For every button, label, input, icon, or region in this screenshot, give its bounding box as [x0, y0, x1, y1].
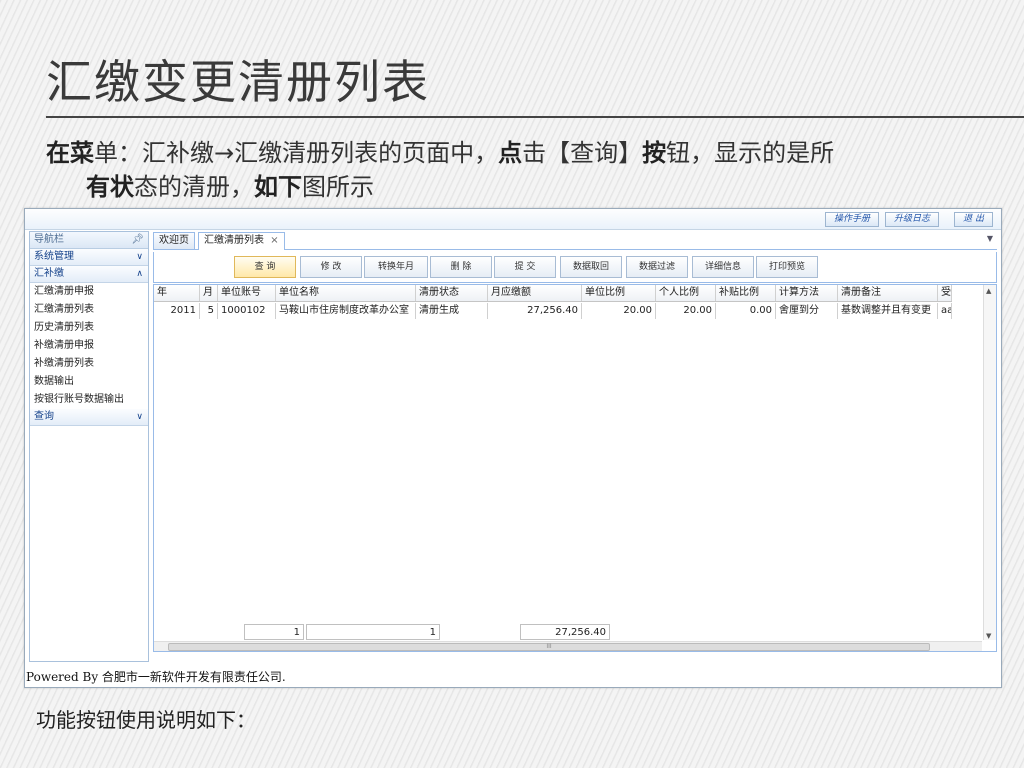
filter-button[interactable]: 数据过滤	[626, 256, 688, 278]
vertical-scrollbar[interactable]: ▲ ▼	[983, 285, 996, 640]
table-cell: 27,256.40	[488, 303, 582, 319]
sidebar-section-payment[interactable]: 汇补缴 ∧	[30, 266, 148, 283]
top-bar: 操作手册 升级日志 退 出	[25, 209, 1001, 230]
column-header[interactable]: 受	[938, 285, 952, 301]
table-cell: aa	[938, 303, 952, 319]
toolbar: 查 询 修 改 转换年月 删 除 提 交 数据取回 数据过滤 详细信息 打印预览	[153, 252, 997, 283]
tab-label: 汇缴清册列表	[204, 235, 264, 246]
column-header[interactable]: 清册状态	[416, 285, 488, 301]
edit-button[interactable]: 修 改	[300, 256, 362, 278]
pin-icon[interactable]: 📌︎	[131, 232, 144, 248]
table-cell: 清册生成	[416, 303, 488, 319]
table-cell: 20.00	[582, 303, 656, 319]
grid-header: 年月单位账号 单位名称 清册状态 月应缴额 单位比例 个人比例 补贴比例 计算方法 清册备注受	[154, 285, 952, 302]
tab-label: 欢迎页	[159, 235, 189, 246]
table-cell: 基数调整并且有变更	[838, 303, 938, 319]
column-header[interactable]: 单位名称	[276, 285, 416, 301]
retrieve-button[interactable]: 数据取回	[560, 256, 622, 278]
plain-text: 钮，显示的是所	[666, 139, 835, 167]
column-header[interactable]: 年	[154, 285, 200, 301]
sidebar-section-label: 查询	[34, 411, 54, 422]
bottom-note: 功能按钮使用说明如下：	[36, 708, 256, 732]
delete-button[interactable]: 删 除	[430, 256, 492, 278]
print-preview-button[interactable]: 打印预览	[756, 256, 818, 278]
horizontal-scrollbar[interactable]: III	[154, 641, 982, 651]
bold-text: 如下	[254, 173, 302, 201]
sidebar-item-data-export[interactable]: 数据输出	[30, 373, 148, 391]
slide-title: 汇缴变更清册列表	[46, 55, 430, 109]
sidebar-item-supplement-list[interactable]: 补缴清册列表	[30, 355, 148, 373]
summary-count-b: 1	[306, 624, 440, 640]
bold-text: 有状	[86, 173, 134, 201]
navigation-sidebar: 导航栏 📌︎ 系统管理 ∨ 汇补缴 ∧ 汇缴清册申报 汇缴清册列表 历史清册列表…	[29, 231, 149, 662]
summary-total: 27,256.40	[520, 624, 610, 640]
chevron-down-double-icon[interactable]: ∨	[136, 409, 143, 425]
tab-welcome[interactable]: 欢迎页	[153, 232, 195, 249]
table-cell: 2011	[154, 303, 200, 319]
chevron-up-double-icon[interactable]: ∧	[136, 266, 143, 282]
column-header[interactable]: 个人比例	[656, 285, 716, 301]
plain-text: 单：汇补缴→汇缴清册列表的页面中，	[94, 139, 499, 167]
close-icon[interactable]: ×	[270, 235, 278, 246]
sidebar-section-query[interactable]: 查询 ∨	[30, 409, 148, 426]
table-cell: 马鞍山市住房制度改革办公室	[276, 303, 416, 319]
main-panel: 欢迎页 汇缴清册列表 × ▼ 查 询 修 改 转换年月 删 除 提 交 数据取回…	[153, 231, 997, 661]
scroll-down-icon[interactable]: ▼	[986, 632, 991, 640]
column-header[interactable]: 月应缴额	[488, 285, 582, 301]
exit-button[interactable]: 退 出	[954, 212, 993, 227]
convert-month-button[interactable]: 转换年月	[364, 256, 428, 278]
sidebar-item-bank-export[interactable]: 按银行账号数据输出	[30, 391, 148, 409]
table-cell: 舍厘到分	[776, 303, 838, 319]
scroll-grip: III	[546, 643, 552, 650]
details-button[interactable]: 详细信息	[692, 256, 754, 278]
scroll-thumb[interactable]: III	[168, 643, 930, 651]
table-cell: 0.00	[716, 303, 776, 319]
sidebar-section-label: 系统管理	[34, 251, 74, 262]
footer-credit: Powered By 合肥市一新软件开发有限责任公司.	[26, 670, 286, 684]
app-window: 操作手册 升级日志 退 出 导航栏 📌︎ 系统管理 ∨ 汇补缴 ∧ 汇缴清册申报…	[24, 208, 1002, 688]
sidebar-header: 导航栏 📌︎	[30, 232, 148, 249]
column-header[interactable]: 清册备注	[838, 285, 938, 301]
bold-text: 按	[642, 139, 667, 167]
column-header[interactable]: 计算方法	[776, 285, 838, 301]
query-button[interactable]: 查 询	[234, 256, 296, 278]
scroll-up-icon[interactable]: ▲	[986, 287, 991, 295]
summary-count-a: 1	[244, 624, 304, 640]
table-cell: 5	[200, 303, 218, 319]
sidebar-title: 导航栏	[34, 234, 64, 245]
plain-text: 图所示	[302, 173, 374, 201]
table-cell: 20.00	[656, 303, 716, 319]
tab-strip: 欢迎页 汇缴清册列表 × ▼	[153, 231, 997, 250]
sidebar-section-system[interactable]: 系统管理 ∨	[30, 249, 148, 266]
table-cell: 1000102	[218, 303, 276, 319]
tab-menu-icon[interactable]: ▼	[987, 234, 993, 243]
sidebar-item-supplement-declare[interactable]: 补缴清册申报	[30, 337, 148, 355]
sidebar-section-label: 汇补缴	[34, 268, 64, 279]
tab-payment-list[interactable]: 汇缴清册列表 ×	[198, 232, 285, 250]
title-divider	[46, 116, 1024, 118]
sidebar-item-history[interactable]: 历史清册列表	[30, 319, 148, 337]
data-grid: 年月单位账号 单位名称 清册状态 月应缴额 单位比例 个人比例 补贴比例 计算方法 清册备注受 …	[153, 284, 997, 652]
table-row[interactable]: 2011 5 1000102 马鞍山市住房制度改革办公室 清册生成 27,256.40 20…	[154, 303, 952, 319]
sidebar-item-declare[interactable]: 汇缴清册申报	[30, 283, 148, 301]
sidebar-item-list[interactable]: 汇缴清册列表	[30, 301, 148, 319]
column-header[interactable]: 单位账号	[218, 285, 276, 301]
changelog-button[interactable]: 升级日志	[884, 212, 939, 227]
intro-line-2: 有状态的清册，如下图所示	[46, 170, 996, 204]
intro-text: 在菜单：汇补缴→汇缴清册列表的页面中，点击【查询】按钮，显示的是所 有状态的清册…	[46, 136, 996, 204]
bold-text: 点	[498, 139, 523, 167]
submit-button[interactable]: 提 交	[494, 256, 556, 278]
column-header[interactable]: 补贴比例	[716, 285, 776, 301]
intro-line-1: 在菜单：汇补缴→汇缴清册列表的页面中，点击【查询】按钮，显示的是所	[46, 136, 996, 170]
bold-text: 在菜	[46, 139, 94, 167]
column-header[interactable]: 单位比例	[582, 285, 656, 301]
manual-button[interactable]: 操作手册	[824, 212, 879, 227]
plain-text: 击【查询】	[522, 139, 643, 167]
column-header[interactable]: 月	[200, 285, 218, 301]
plain-text: 态的清册，	[134, 173, 254, 201]
chevron-down-double-icon[interactable]: ∨	[136, 249, 143, 265]
